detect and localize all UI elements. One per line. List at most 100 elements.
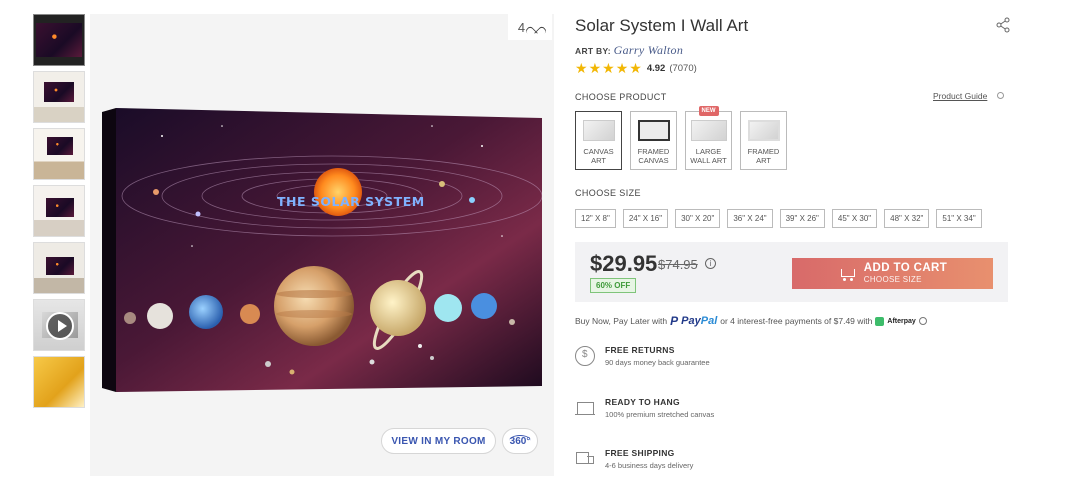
paypal-logo[interactable]: PayPal: [681, 315, 717, 327]
product-options: CANVAS ART FRAMED CANVAS NEW LARGE WALL …: [575, 106, 787, 170]
afterpay-logo[interactable]: Afterpay: [887, 318, 915, 325]
product-option-line2: ART: [591, 156, 606, 165]
star-icon: ★: [575, 60, 588, 76]
rating-score: 4.92: [646, 62, 666, 74]
size-option[interactable]: 51" X 34": [936, 209, 982, 228]
discount-badge: 60% OFF: [590, 278, 637, 293]
framed-art-preview: [747, 120, 780, 141]
add-to-cart-button[interactable]: ADD TO CART CHOOSE SIZE: [792, 258, 993, 289]
thumbnail-4[interactable]: [33, 185, 85, 237]
choose-product-label: CHOOSE PRODUCT: [575, 92, 667, 102]
artist-line: ART BY: Garry Walton: [575, 43, 683, 58]
size-option[interactable]: 45" X 30": [831, 209, 878, 228]
feature-title: FREE RETURNS: [605, 345, 675, 355]
paypal-pal: Pal: [700, 315, 718, 327]
size-option[interactable]: 30" X 20": [675, 209, 721, 228]
size-option[interactable]: 24" X 16": [622, 209, 669, 228]
star-icon: ★: [588, 60, 602, 76]
thumbnail-video[interactable]: [33, 299, 85, 351]
canvas-icon: [575, 398, 595, 418]
favorite-count: 4: [517, 19, 526, 35]
cart-label: ADD TO CART: [863, 261, 948, 274]
main-product-image: 4 THE SOLAR SYSTEM VIEW IN MY ROOM 360°: [90, 14, 554, 476]
artwork-heading: THE SOLAR SYSTEM: [277, 194, 425, 209]
returns-icon: [575, 346, 595, 366]
cart-icon: [838, 267, 856, 281]
thumbnail-list: [33, 14, 85, 413]
product-option-line2: ART: [756, 156, 771, 165]
product-option-framed-art[interactable]: FRAMED ART: [740, 111, 787, 170]
size-option[interactable]: 36" X 24": [727, 209, 773, 228]
play-icon: [46, 312, 74, 340]
share-icon[interactable]: [995, 17, 1011, 33]
feature-text: FREE SHIPPING 4-6 business days delivery: [605, 448, 693, 470]
info-icon[interactable]: [918, 317, 927, 325]
cart-sublabel: CHOOSE SIZE: [863, 274, 922, 284]
product-option-framed-canvas[interactable]: FRAMED CANVAS: [630, 111, 677, 170]
size-option[interactable]: 39" X 26": [779, 209, 825, 228]
paypal-pay: Pay: [681, 315, 701, 327]
product-option-line1: FRAMED: [637, 147, 670, 156]
star-icon: ★: [615, 60, 629, 76]
favorite-button[interactable]: 4: [508, 14, 552, 40]
product-option-line2: WALL ART: [690, 156, 727, 165]
product-option-line1: FRAMED: [747, 147, 780, 156]
solar-system-canvas: THE SOLAR SYSTEM: [102, 96, 542, 396]
star-icon: ★: [602, 60, 615, 76]
thumbnail-art: [46, 257, 74, 275]
product-option-line1: CANVAS: [583, 147, 614, 156]
pay-later-prefix: Buy Now, Pay Later with: [575, 316, 668, 326]
view-in-room-button[interactable]: VIEW IN MY ROOM: [381, 428, 496, 454]
thumbnail-5[interactable]: [33, 242, 85, 294]
review-count: (7070): [669, 62, 697, 74]
original-price: $74.95: [658, 257, 698, 272]
current-price: $29.95: [590, 251, 658, 276]
artist-name-link[interactable]: Garry Walton: [614, 43, 684, 57]
half-star-icon: ★: [629, 60, 642, 76]
feature-free-shipping: FREE SHIPPING 4-6 business days delivery: [575, 448, 693, 470]
framed-canvas-preview: [637, 120, 670, 141]
thumbnail-art: [44, 82, 74, 102]
thumbnail-art: [46, 198, 74, 217]
paypal-icon: P: [670, 314, 679, 328]
product-option-canvas-art[interactable]: CANVAS ART: [575, 111, 622, 170]
product-guide-link[interactable]: Product Guide: [933, 91, 987, 101]
product-option-line1: LARGE: [695, 147, 722, 156]
choose-size-label: CHOOSE SIZE: [575, 188, 641, 198]
feature-subtitle: 100% premium stretched canvas: [605, 410, 715, 419]
thumbnail-7[interactable]: [33, 356, 85, 408]
thumbnail-1[interactable]: [33, 14, 85, 66]
size-option[interactable]: 48" X 32": [884, 209, 930, 228]
feature-title: READY TO HANG: [605, 397, 680, 407]
feature-text: FREE RETURNS 90 days money back guarante…: [605, 345, 710, 367]
new-badge: NEW: [698, 106, 719, 116]
size-option[interactable]: 12" X 8": [575, 209, 616, 228]
price-box: $29.95 $74.95 i 60% OFF ADD TO CART CHOO…: [575, 242, 1008, 302]
info-icon[interactable]: [997, 92, 1004, 99]
view-360-button[interactable]: 360°: [502, 428, 538, 454]
thumbnail-3[interactable]: [33, 128, 85, 180]
rating[interactable]: ★ ★ ★ ★ ★ 4.92 (7070): [575, 61, 697, 75]
art-by-label: ART BY:: [575, 46, 611, 56]
view-360-label: 360°: [508, 435, 532, 447]
feature-title: FREE SHIPPING: [605, 448, 675, 458]
thumbnail-art: [36, 23, 82, 57]
pay-later-line: Buy Now, Pay Later with P PayPal or 4 in…: [575, 314, 927, 328]
feature-ready-to-hang: READY TO HANG 100% premium stretched can…: [575, 397, 714, 419]
product-option-line2: CANVAS: [638, 156, 669, 165]
heart-icon: [530, 22, 542, 33]
product-option-large-wall-art[interactable]: NEW LARGE WALL ART: [685, 106, 732, 170]
feature-subtitle: 4-6 business days delivery: [605, 461, 694, 470]
canvas-art-preview: [582, 120, 615, 141]
solar-system-artwork: [102, 108, 542, 392]
thumbnail-art: [47, 137, 73, 155]
size-options: 12" X 8" 24" X 16" 30" X 20" 36" X 24" 3…: [575, 209, 982, 228]
price-info-icon[interactable]: i: [705, 258, 716, 269]
thumbnail-2[interactable]: [33, 71, 85, 123]
cart-button-text: ADD TO CART CHOOSE SIZE: [863, 261, 948, 285]
truck-icon: [575, 449, 595, 469]
feature-subtitle: 90 days money back guarantee: [605, 358, 710, 367]
feature-free-returns: FREE RETURNS 90 days money back guarante…: [575, 345, 710, 367]
large-wall-art-preview: [690, 120, 727, 141]
feature-text: READY TO HANG 100% premium stretched can…: [605, 397, 714, 419]
